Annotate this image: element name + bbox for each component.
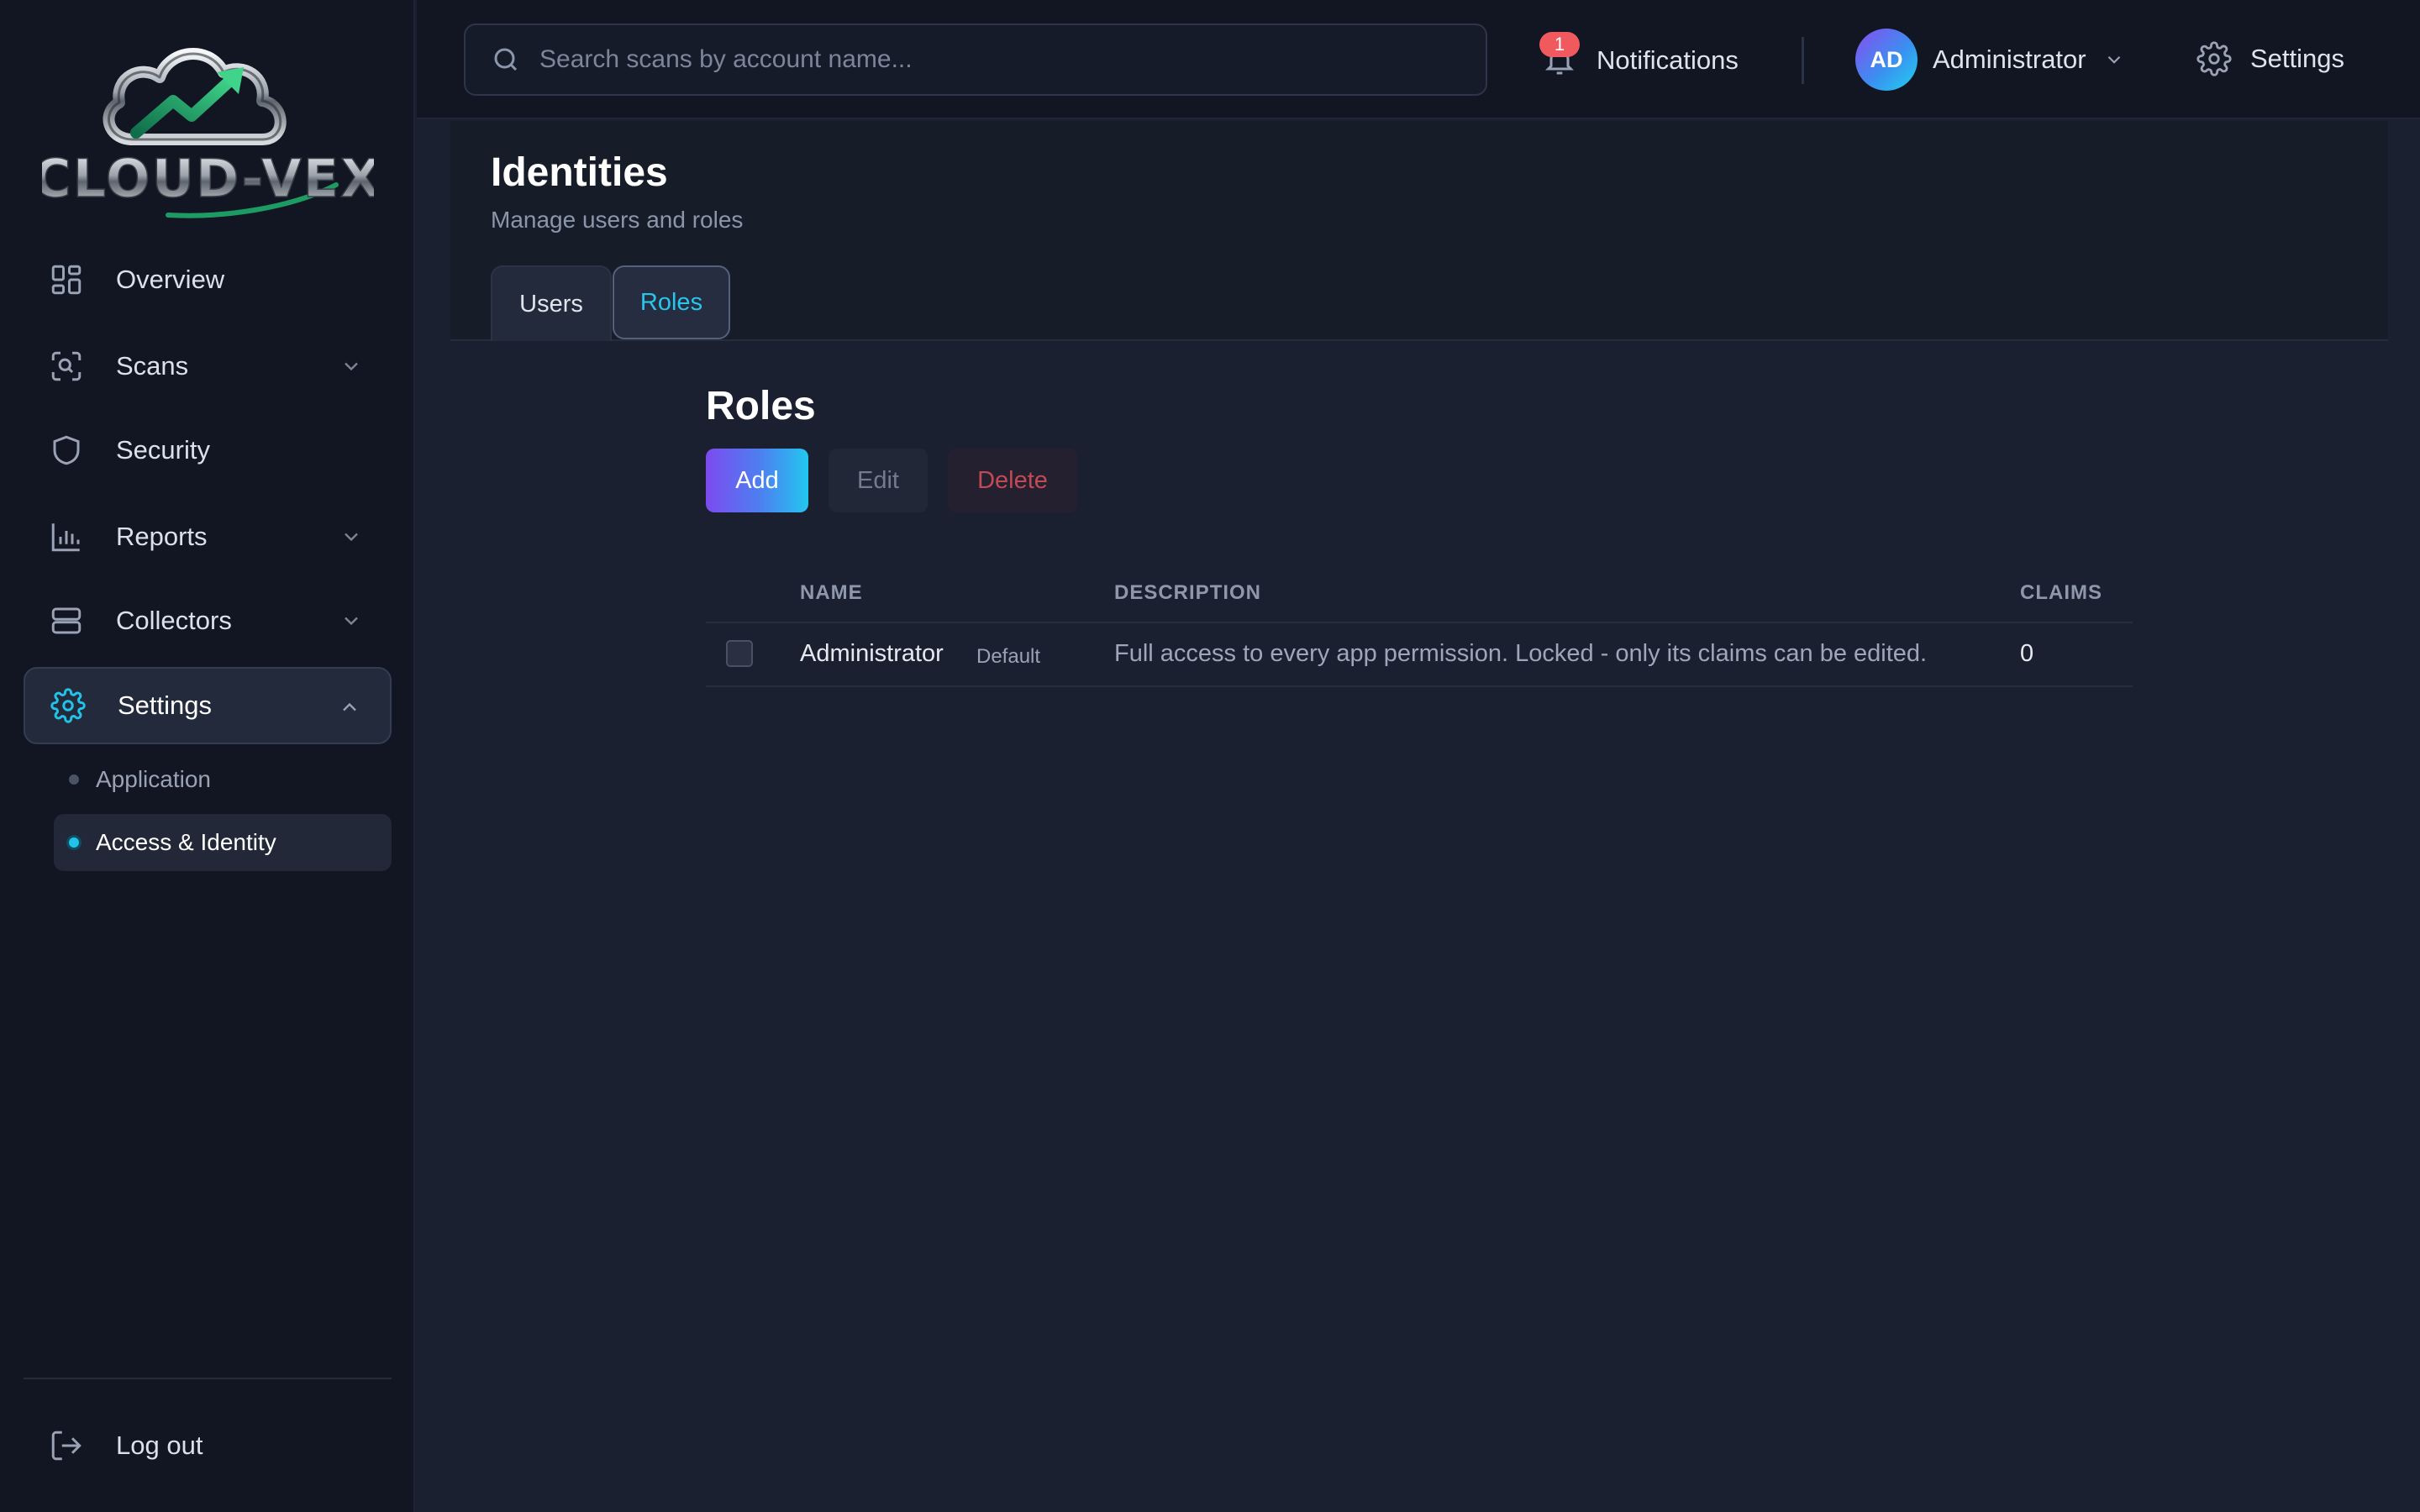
bar-chart-icon [51, 523, 80, 552]
column-header-description[interactable]: DESCRIPTION [1114, 581, 1261, 605]
sidebar-item-overview[interactable]: Overview [24, 241, 392, 318]
chevron-down-icon [2107, 55, 2120, 64]
edit-role-button[interactable]: Edit [829, 449, 928, 512]
column-header-claims[interactable]: CLAIMS [2020, 581, 2102, 605]
default-badge: Default [976, 645, 1041, 668]
sidebar-item-label: Security [116, 435, 210, 465]
topbar-divider [1802, 37, 1804, 84]
chevron-down-icon [345, 362, 358, 371]
roles-title: Roles [706, 384, 816, 428]
sidebar-item-label: Overview [116, 265, 225, 294]
role-claims-count: 0 [2020, 640, 2034, 667]
topbar-settings-button[interactable]: Settings [2196, 34, 2344, 84]
bullet-dot-icon [69, 837, 79, 848]
logout-label: Log out [116, 1431, 203, 1460]
notification-count-badge: 1 [1539, 32, 1580, 57]
roles-table: NAME DESCRIPTION CLAIMS Administrator De… [706, 561, 2133, 687]
search-box[interactable] [464, 24, 1487, 96]
sidebar-item-label: Settings [118, 690, 213, 720]
delete-role-button[interactable]: Delete [948, 449, 1077, 512]
user-name: Administrator [1933, 45, 2086, 74]
sidebar-item-collectors[interactable]: Collectors [24, 582, 392, 659]
chevron-down-icon [345, 617, 358, 626]
search-icon [494, 48, 518, 71]
page-header: Identities Manage users and roles Users … [450, 121, 2388, 341]
logout-button[interactable]: Log out [24, 1407, 392, 1484]
sidebar-divider [24, 1378, 392, 1379]
role-description: Full access to every app permission. Loc… [1114, 640, 1928, 667]
role-name: Administrator [800, 640, 944, 667]
logout-icon [51, 1431, 82, 1461]
row-checkbox[interactable] [726, 640, 753, 667]
topbar: 1 Notifications AD Administrator Setting… [417, 0, 2420, 119]
topbar-settings-label: Settings [2250, 44, 2345, 73]
notifications-button[interactable]: 1 Notifications [1539, 32, 1739, 87]
notifications-label: Notifications [1597, 45, 1739, 75]
avatar: AD [1855, 29, 1918, 91]
subnav-item-access-identity[interactable]: Access & Identity [54, 814, 392, 871]
sidebar-item-reports[interactable]: Reports [24, 498, 392, 575]
cloud-vex-logo[interactable]: CLOUD-VEX [42, 29, 374, 222]
table-header: NAME DESCRIPTION CLAIMS [706, 561, 2133, 623]
tab-users[interactable]: Users [491, 265, 612, 341]
gear-icon [2196, 41, 2232, 76]
add-role-button[interactable]: Add [706, 449, 808, 512]
sidebar-item-settings[interactable]: Settings [24, 667, 392, 744]
shield-icon [53, 435, 80, 465]
gear-icon [50, 688, 86, 723]
user-menu[interactable]: AD Administrator [1855, 29, 2125, 91]
sidebar-item-label: Reports [116, 522, 208, 551]
sidebar-item-label: Scans [116, 351, 189, 381]
page-subtitle: Manage users and roles [491, 207, 744, 233]
subnav-item-application[interactable]: Application [54, 751, 392, 808]
scan-icon [51, 351, 82, 381]
search-input[interactable] [539, 45, 1464, 74]
grid-icon [51, 265, 82, 295]
column-header-name[interactable]: NAME [800, 581, 863, 605]
cloud-logo-icon: CLOUD-VEX [42, 48, 374, 218]
sidebar-item-scans[interactable]: Scans [24, 328, 392, 405]
bell-icon: 1 [1539, 32, 1580, 77]
server-icon [51, 607, 82, 634]
bullet-dot-icon [69, 774, 79, 785]
table-row[interactable]: Administrator Default Full access to eve… [706, 623, 2133, 687]
sidebar-item-label: Collectors [116, 606, 232, 635]
logo-text: CLOUD-VEX [42, 148, 374, 209]
chevron-down-icon [345, 533, 358, 542]
subnav-item-label: Access & Identity [96, 829, 276, 855]
subnav-item-label: Application [96, 766, 211, 792]
tab-roles[interactable]: Roles [613, 265, 730, 339]
sidebar-item-security[interactable]: Security [24, 412, 392, 489]
chevron-up-icon [343, 702, 356, 711]
sidebar: CLOUD-VEX Overview Scans Security Report… [0, 0, 415, 1512]
page-title: Identities [491, 150, 668, 195]
